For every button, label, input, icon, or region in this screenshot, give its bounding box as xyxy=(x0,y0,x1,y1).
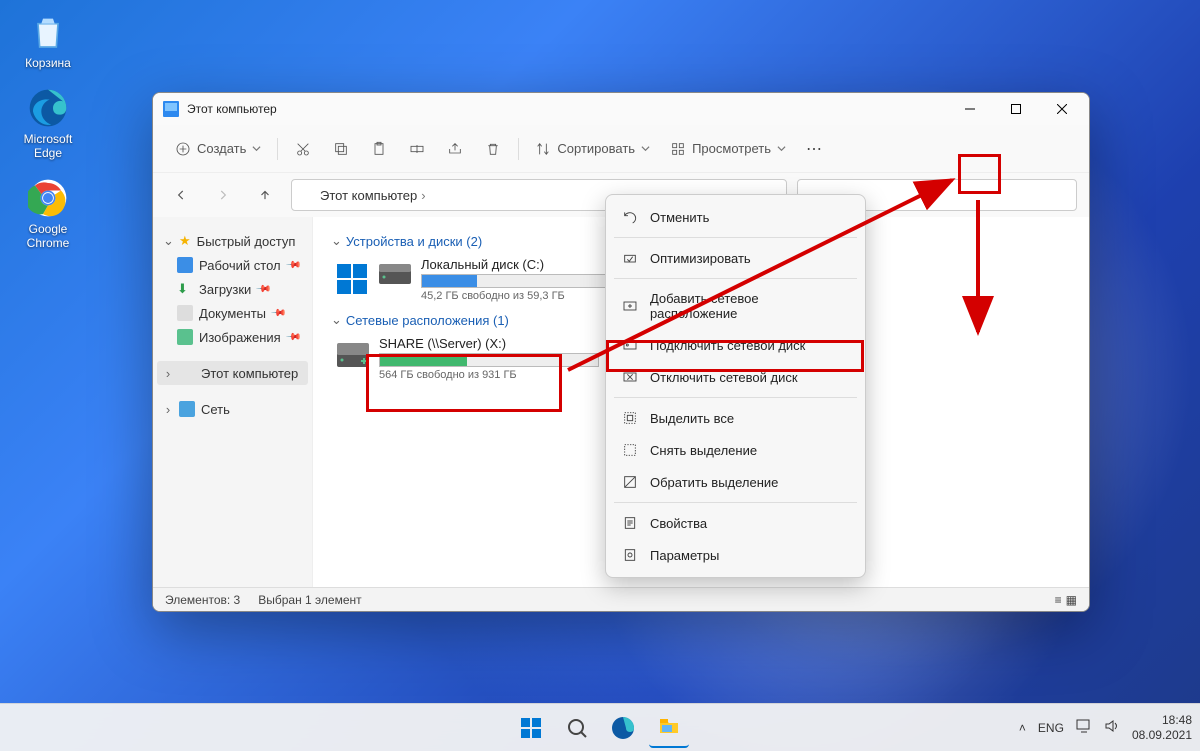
ctx-map-drive[interactable]: Подключить сетевой диск xyxy=(606,329,865,361)
tray-lang[interactable]: ENG xyxy=(1038,721,1064,735)
nav-desktop[interactable]: Рабочий стол📌 xyxy=(157,253,308,277)
recycle-bin[interactable]: Корзина xyxy=(10,10,86,70)
ctx-optimize[interactable]: Оптимизировать xyxy=(606,242,865,274)
chrome-icon xyxy=(26,176,70,220)
view-label: Просмотреть xyxy=(692,141,771,156)
more-button[interactable]: ⋯ xyxy=(798,132,832,166)
drive-share-name: SHARE (\\Server) (X:) xyxy=(379,336,599,351)
drive-share-sub: 564 ГБ свободно из 931 ГБ xyxy=(379,369,599,381)
view-button[interactable]: Просмотреть xyxy=(662,132,794,166)
sort-label: Сортировать xyxy=(557,141,635,156)
tray-clock[interactable]: 18:48 08.09.2021 xyxy=(1132,713,1192,742)
minimize-button[interactable] xyxy=(947,93,993,125)
taskbar-explorer[interactable] xyxy=(649,708,689,748)
create-button[interactable]: Создать xyxy=(167,132,269,166)
ctx-disconnect-drive[interactable]: Отключить сетевой диск xyxy=(606,361,865,393)
edge-label: Microsoft Edge xyxy=(10,132,86,160)
ctx-add-net-location[interactable]: Добавить сетевое расположение xyxy=(606,283,865,329)
ctx-select-none[interactable]: Снять выделение xyxy=(606,434,865,466)
titlebar[interactable]: Этот компьютер xyxy=(153,93,1089,125)
view-tiles-icon[interactable]: ▦ xyxy=(1066,593,1077,607)
ctx-undo[interactable]: Отменить xyxy=(606,201,865,233)
toolbar: Создать Сортировать Просмотреть ⋯ xyxy=(153,125,1089,173)
status-count: Элементов: 3 xyxy=(165,593,240,607)
recycle-bin-icon xyxy=(26,10,70,54)
pc-icon xyxy=(298,187,314,203)
ctx-properties[interactable]: Свойства xyxy=(606,507,865,539)
status-selected: Выбран 1 элемент xyxy=(258,593,361,607)
nav-downloads[interactable]: ⬇Загрузки📌 xyxy=(157,277,308,301)
nav-quick-access[interactable]: ⌄★Быстрый доступ xyxy=(157,229,308,253)
nav-pictures[interactable]: Изображения📌 xyxy=(157,325,308,349)
rename-button[interactable] xyxy=(400,132,434,166)
tray-network-icon[interactable] xyxy=(1076,719,1092,736)
forward-button[interactable] xyxy=(207,179,239,211)
paste-button[interactable] xyxy=(362,132,396,166)
recycle-bin-label: Корзина xyxy=(10,56,86,70)
system-tray: ˄ ENG 18:48 08.09.2021 xyxy=(1019,713,1192,742)
back-button[interactable] xyxy=(165,179,197,211)
more-menu: Отменить Оптимизировать Добавить сетевое… xyxy=(605,194,866,578)
delete-button[interactable] xyxy=(476,132,510,166)
start-button[interactable] xyxy=(511,708,551,748)
create-label: Создать xyxy=(197,141,246,156)
chrome-shortcut[interactable]: Google Chrome xyxy=(10,176,86,250)
drive-icon xyxy=(379,264,411,296)
maximize-button[interactable] xyxy=(993,93,1039,125)
nav-documents[interactable]: Документы📌 xyxy=(157,301,308,325)
windows-drive-icon xyxy=(337,264,369,296)
copy-button[interactable] xyxy=(324,132,358,166)
edge-icon xyxy=(26,86,70,130)
ctx-invert-selection[interactable]: Обратить выделение xyxy=(606,466,865,498)
ctx-select-all[interactable]: Выделить все xyxy=(606,402,865,434)
close-button[interactable] xyxy=(1039,93,1085,125)
share-button[interactable] xyxy=(438,132,472,166)
sort-button[interactable]: Сортировать xyxy=(527,132,658,166)
window-title: Этот компьютер xyxy=(187,102,947,116)
tray-volume-icon[interactable] xyxy=(1104,719,1120,736)
search-button[interactable] xyxy=(557,708,597,748)
tray-chevron-icon[interactable]: ˄ xyxy=(1019,721,1026,735)
nav-pane: ⌄★Быстрый доступ Рабочий стол📌 ⬇Загрузки… xyxy=(153,217,313,587)
up-button[interactable] xyxy=(249,179,281,211)
taskbar: ˄ ENG 18:48 08.09.2021 xyxy=(0,703,1200,751)
nav-this-pc[interactable]: ›Этот компьютер xyxy=(157,361,308,385)
desktop-icons: Корзина Microsoft Edge Google Chrome xyxy=(10,10,86,266)
status-bar: Элементов: 3 Выбран 1 элемент ≡ ▦ xyxy=(153,587,1089,611)
chrome-label: Google Chrome xyxy=(10,222,86,250)
taskbar-edge[interactable] xyxy=(603,708,643,748)
crumb-0[interactable]: Этот компьютер xyxy=(320,188,430,203)
nav-network[interactable]: ›Сеть xyxy=(157,397,308,421)
view-details-icon[interactable]: ≡ xyxy=(1055,593,1062,607)
app-icon xyxy=(163,101,179,117)
network-drive-icon xyxy=(337,343,369,375)
cut-button[interactable] xyxy=(286,132,320,166)
edge-shortcut[interactable]: Microsoft Edge xyxy=(10,86,86,160)
ctx-options[interactable]: Параметры xyxy=(606,539,865,571)
